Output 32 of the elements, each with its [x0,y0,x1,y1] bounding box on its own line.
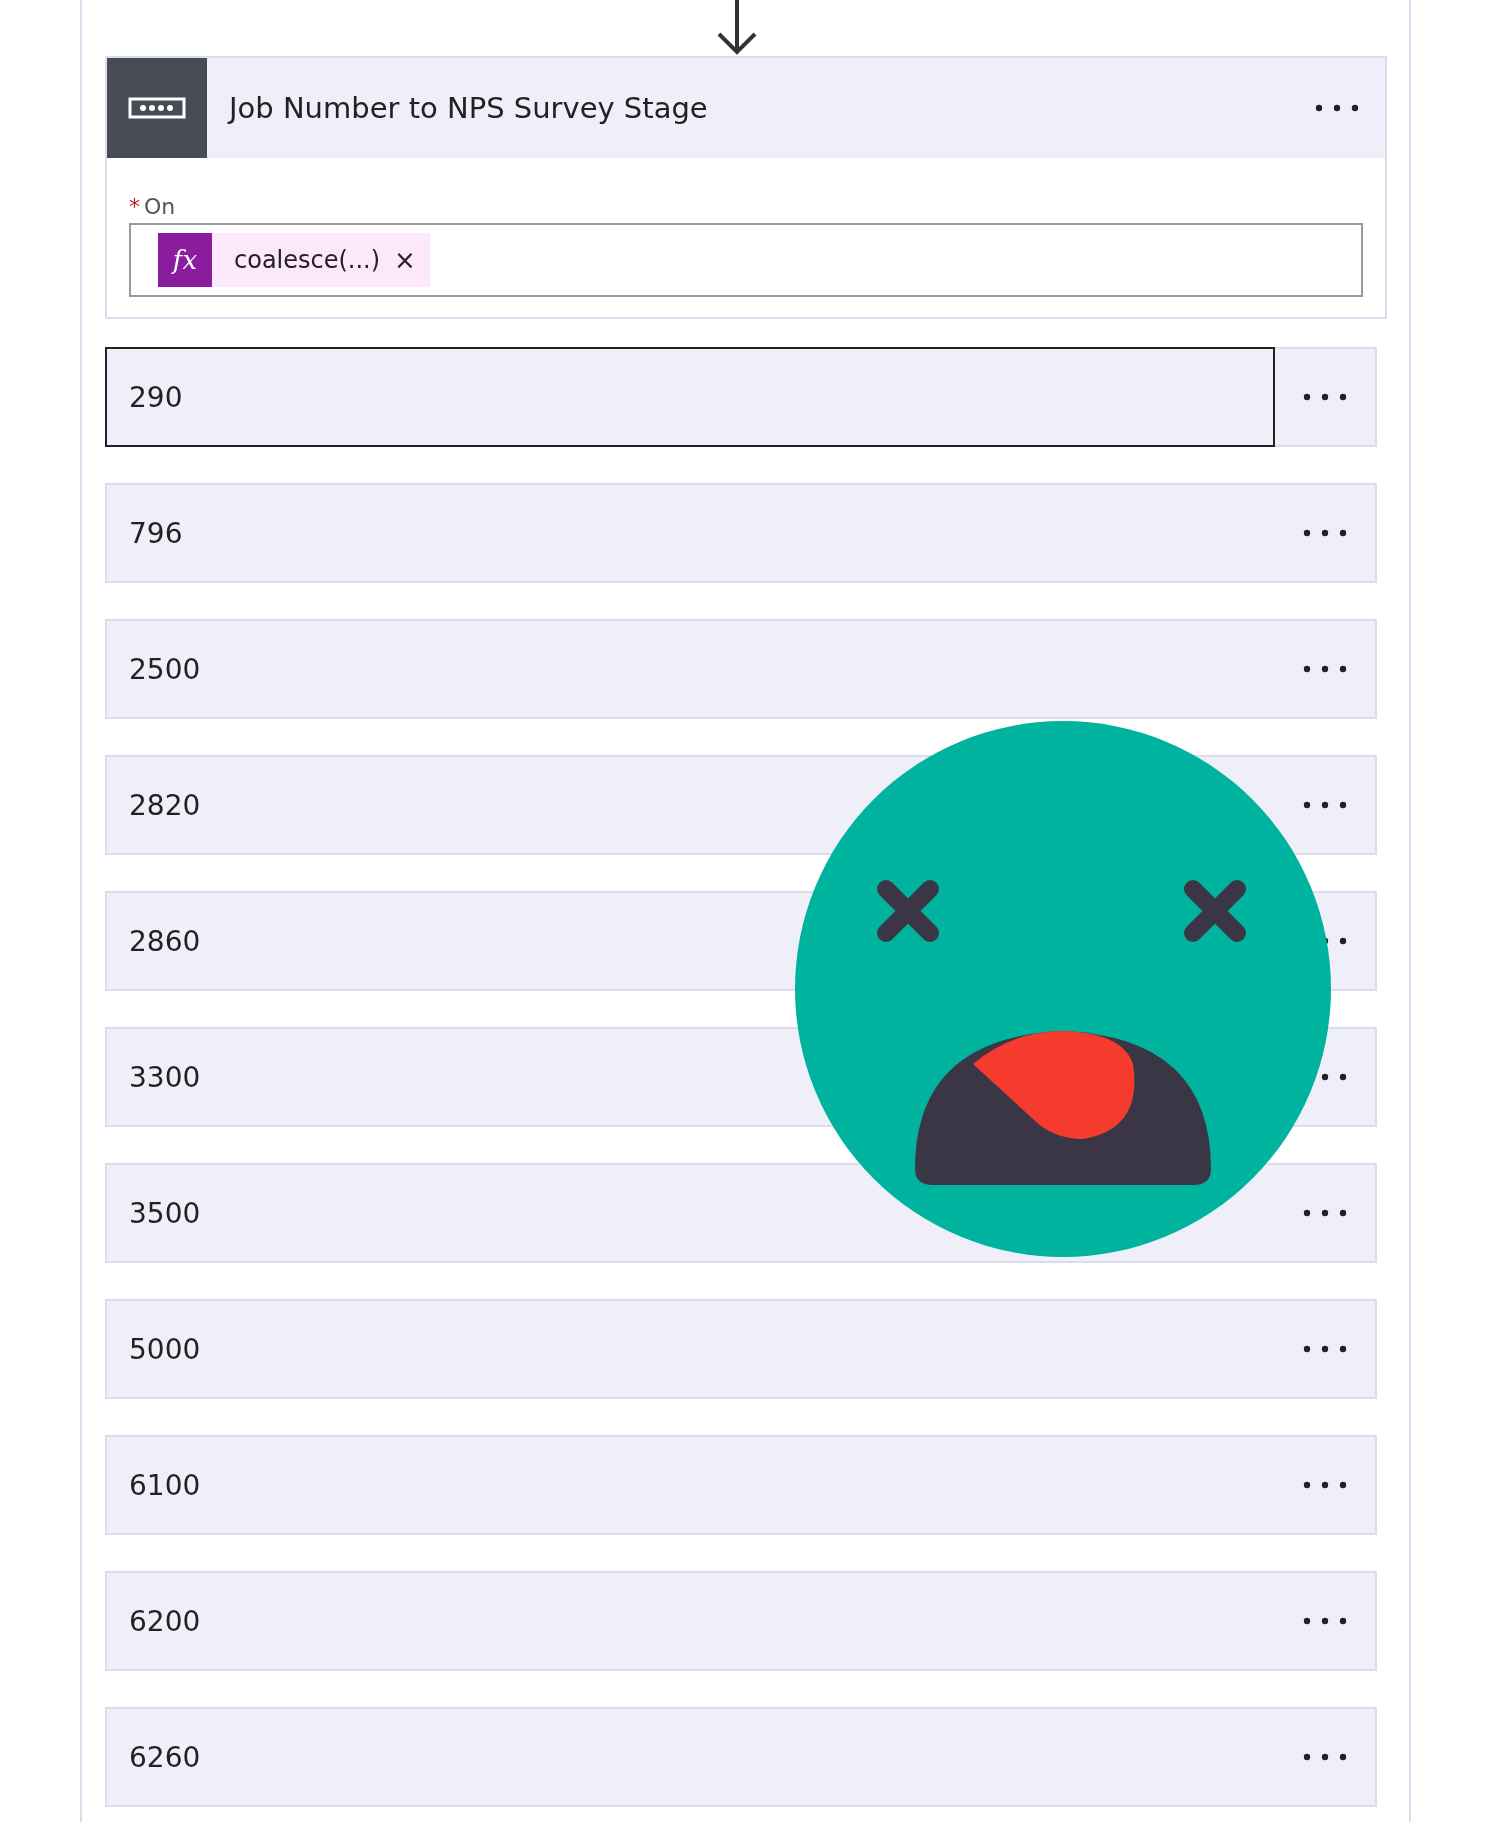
case-value: 6200 [129,1604,201,1638]
more-icon[interactable] [1303,1209,1347,1217]
switch-icon [107,58,207,158]
function-icon: fx [158,233,212,287]
step-title: Job Number to NPS Survey Stage [229,91,709,125]
more-icon[interactable] [1303,1753,1347,1761]
case-value: 290 [129,380,183,414]
case-value: 796 [129,516,183,550]
case-value: 3500 [129,1196,201,1230]
remove-button[interactable]: × [394,245,416,275]
expression-token[interactable]: fx coalesce(...) × [158,233,430,287]
case-card[interactable]: 290 [105,347,1275,447]
case-value: 2860 [129,924,201,958]
case-value: 6260 [129,1740,201,1774]
more-icon[interactable] [1303,801,1347,809]
required-mark: * [129,194,140,219]
more-icon[interactable] [1303,1617,1347,1625]
input-field[interactable]: fx coalesce(...) × [129,223,1363,297]
more-icon[interactable] [1303,1345,1347,1353]
case-value: 5000 [129,1332,201,1366]
case-value: 6100 [129,1468,201,1502]
more-icon[interactable] [1303,1481,1347,1489]
more-icon[interactable] [1303,665,1347,673]
more-icon[interactable] [1303,529,1347,537]
case-value: 2820 [129,788,201,822]
more-icon[interactable] [1315,104,1359,112]
token-text: coalesce(...) [234,246,381,274]
case-value: 2500 [129,652,201,686]
card-header[interactable]: Job Number to NPS Survey Stage [107,58,1385,158]
field-label: On [144,194,176,219]
case-value: 3300 [129,1060,201,1094]
more-icon[interactable] [1303,393,1347,401]
